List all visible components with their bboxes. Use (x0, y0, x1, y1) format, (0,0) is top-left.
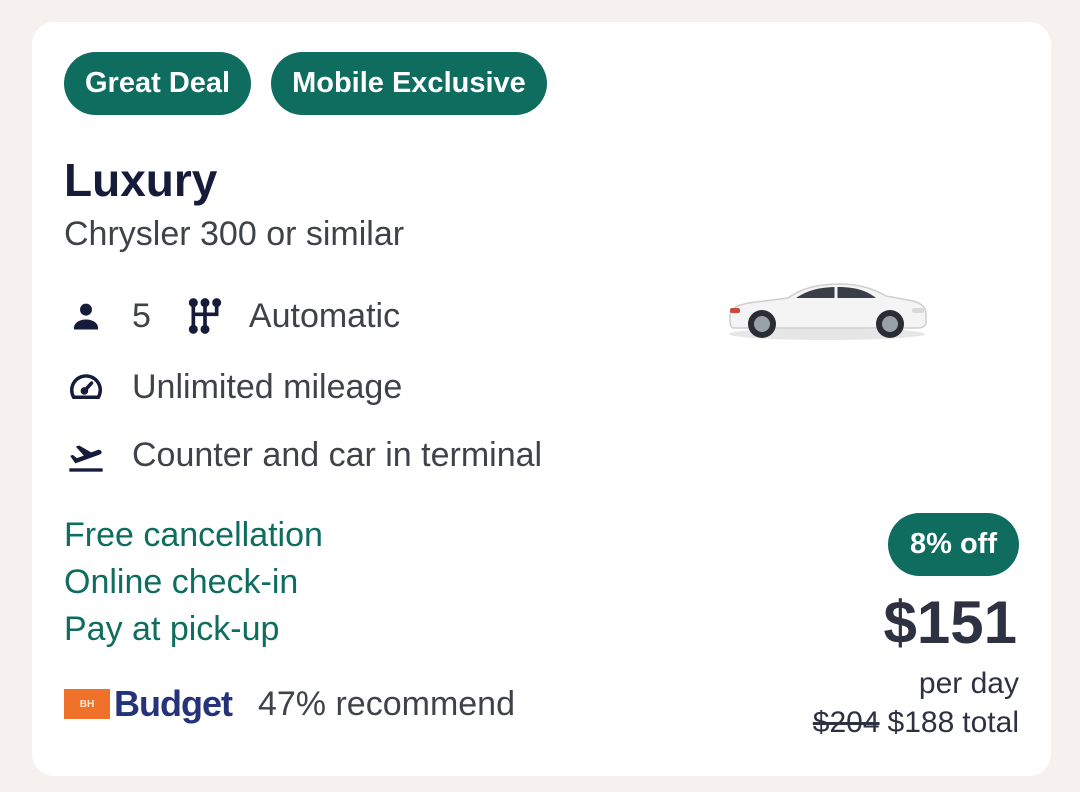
car-specs-row: 5 Automatic (64, 294, 400, 338)
budget-logo-mark: BH (64, 689, 110, 719)
car-category-title: Luxury (64, 154, 218, 206)
gear-shift-icon (183, 294, 227, 338)
total-price-line: $204 $188 total (813, 703, 1019, 743)
mobile-exclusive-badge: Mobile Exclusive (271, 52, 547, 115)
daily-price: $151 (883, 589, 1017, 656)
great-deal-badge: Great Deal (64, 52, 252, 115)
badge-group: Great Deal Mobile Exclusive (64, 52, 547, 115)
airplane-departure-icon (64, 433, 108, 477)
perk-free-cancellation: Free cancellation (64, 516, 323, 554)
car-image (729, 283, 927, 340)
price-unit: per day (918, 667, 1019, 700)
mileage-label: Unlimited mileage (132, 367, 403, 406)
recommend-rate: 47% recommend (257, 684, 515, 723)
discounted-total-price: $188 (887, 706, 955, 739)
car-offer-card[interactable]: Great Deal Mobile Exclusive Luxury Chrys… (32, 22, 1051, 776)
discount-badge: 8% off (888, 513, 1019, 576)
mileage-row: Unlimited mileage (64, 365, 402, 409)
vendor-row: BH Budget 47% recommend (64, 680, 515, 728)
pickup-location-label: Counter and car in terminal (132, 435, 543, 474)
total-label: total (962, 706, 1019, 739)
person-icon (64, 294, 108, 338)
perk-pay-at-pickup: Pay at pick-up (64, 610, 280, 648)
seat-count: 5 (132, 296, 151, 335)
pickup-location-row: Counter and car in terminal (64, 433, 542, 477)
perk-online-check-in: Online check-in (64, 563, 299, 601)
budget-logo: BH Budget (64, 683, 233, 725)
budget-logo-text: Budget (114, 683, 233, 724)
transmission-label: Automatic (248, 296, 401, 335)
speedometer-icon (64, 365, 108, 409)
original-total-price: $204 (812, 706, 880, 739)
car-model: Chrysler 300 or similar (64, 215, 405, 253)
